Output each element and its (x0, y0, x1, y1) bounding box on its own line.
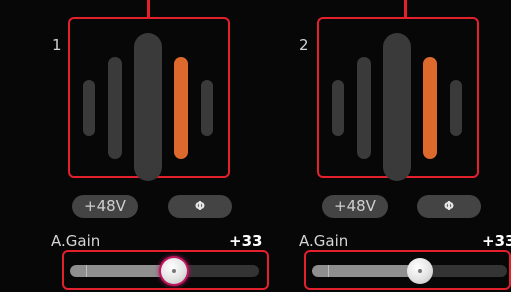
meter-bar (357, 57, 371, 159)
meter-bar (108, 57, 122, 159)
meter-bar (201, 80, 213, 136)
meter-bar (134, 33, 162, 181)
gain-slider[interactable] (62, 250, 269, 290)
meter-bar (332, 80, 344, 136)
phase-invert-icon: Φ (443, 199, 455, 213)
channel-number: 2 (299, 36, 309, 54)
channel-number: 1 (52, 36, 62, 54)
slider-center-tick (328, 265, 329, 277)
phantom-power-button[interactable]: +48V (322, 195, 388, 218)
phase-invert-icon: Φ (194, 199, 206, 213)
meter-bar-level (423, 57, 437, 159)
gain-label: A.Gain (51, 232, 101, 250)
channel-strip-1: 1 +48V Φ A.Gain +33 (0, 0, 269, 292)
knob-dot (172, 269, 176, 273)
callout-leader-line (147, 0, 150, 18)
phase-invert-button[interactable]: Φ (168, 195, 232, 218)
input-channels-screen: 1 +48V Φ A.Gain +33 2 +48V Φ A.Gain +33 (0, 0, 511, 292)
knob-dot (418, 269, 422, 273)
gain-value: +33 (482, 232, 511, 250)
phantom-power-button[interactable]: +48V (72, 195, 138, 218)
channel-strip-2: 2 +48V Φ A.Gain +33 (249, 0, 511, 292)
meter-bar (83, 80, 95, 136)
slider-center-tick (86, 265, 87, 277)
callout-leader-line (404, 0, 407, 18)
level-meter (68, 17, 230, 181)
slider-knob[interactable] (407, 258, 433, 284)
gain-slider[interactable] (304, 250, 511, 290)
phase-invert-button[interactable]: Φ (417, 195, 481, 218)
meter-bar (450, 80, 462, 136)
meter-bar-level (174, 57, 188, 159)
level-meter (317, 17, 479, 181)
slider-knob[interactable] (161, 258, 187, 284)
gain-label: A.Gain (299, 232, 349, 250)
meter-bar (383, 33, 411, 181)
